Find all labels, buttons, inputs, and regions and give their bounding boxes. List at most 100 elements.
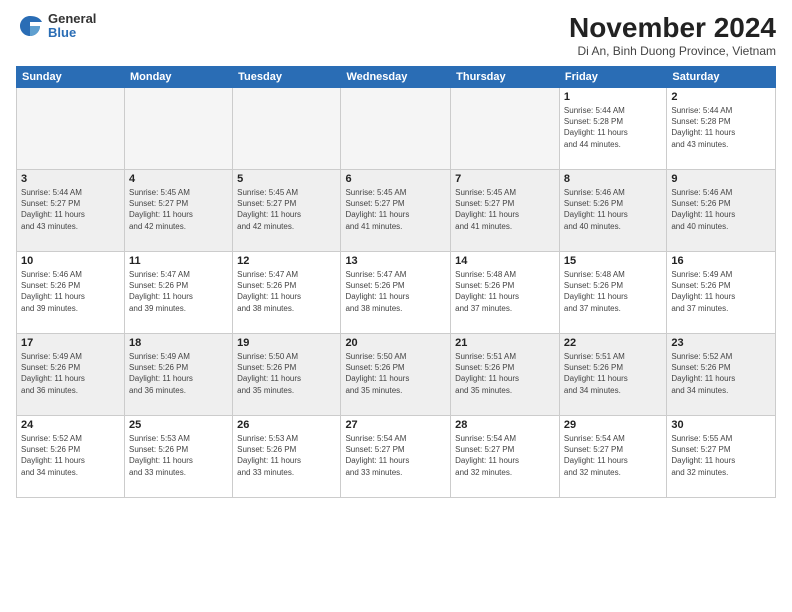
day-info: Sunrise: 5:49 AM Sunset: 5:26 PM Dayligh…: [671, 269, 771, 314]
calendar-cell: 1Sunrise: 5:44 AM Sunset: 5:28 PM Daylig…: [559, 88, 666, 170]
calendar-cell: 18 Sunrise: 5:49 AM Sunset: 5:26 PM Dayli…: [124, 334, 232, 416]
day-info: Sunrise: 5:53 AM Sunset: 5:26 PM Dayligh…: [237, 433, 336, 478]
day-info: Sunrise: 5:51 AM Sunset: 5:26 PM Dayligh…: [455, 351, 555, 396]
day-info: Sunrise: 5:45 AM Sunset: 5:27 PM Dayligh…: [237, 187, 336, 232]
day-number: 26: [237, 419, 336, 431]
calendar-cell: 21 Sunrise: 5:51 AM Sunset: 5:26 PM Dayli…: [451, 334, 560, 416]
day-number: 30: [671, 419, 771, 431]
day-number: 21: [455, 337, 555, 349]
day-info: Sunrise: 5:54 AM Sunset: 5:27 PM Dayligh…: [564, 433, 662, 478]
day-info: Sunrise: 5:51 AM Sunset: 5:26 PM Dayligh…: [564, 351, 662, 396]
day-number: 10: [21, 255, 120, 267]
day-number: 22: [564, 337, 662, 349]
day-number: 11: [129, 255, 228, 267]
day-info: Sunrise: 5:44 AM Sunset: 5:28 PM Dayligh…: [671, 105, 771, 150]
calendar-cell: 23 Sunrise: 5:52 AM Sunset: 5:26 PM Dayli…: [667, 334, 776, 416]
day-number: 25: [129, 419, 228, 431]
day-number: 13: [345, 255, 446, 267]
day-number: 3: [21, 173, 120, 185]
calendar-week-1: 1Sunrise: 5:44 AM Sunset: 5:28 PM Daylig…: [17, 88, 776, 170]
col-saturday: Saturday: [667, 67, 776, 88]
day-info: Sunrise: 5:52 AM Sunset: 5:26 PM Dayligh…: [21, 433, 120, 478]
header: General Blue November 2024 Di An, Binh D…: [16, 12, 776, 58]
day-info: Sunrise: 5:52 AM Sunset: 5:26 PM Dayligh…: [671, 351, 771, 396]
day-number: 29: [564, 419, 662, 431]
logo-text: General Blue: [48, 12, 96, 41]
calendar-cell: [17, 88, 125, 170]
day-info: Sunrise: 5:46 AM Sunset: 5:26 PM Dayligh…: [564, 187, 662, 232]
logo-icon: [16, 12, 44, 40]
calendar-cell: 5Sunrise: 5:45 AM Sunset: 5:27 PM Daylig…: [233, 170, 341, 252]
day-number: 14: [455, 255, 555, 267]
day-info: Sunrise: 5:48 AM Sunset: 5:26 PM Dayligh…: [455, 269, 555, 314]
calendar-cell: 30Sunrise: 5:55 AM Sunset: 5:27 PM Dayli…: [667, 416, 776, 498]
calendar-week-4: 17Sunrise: 5:49 AM Sunset: 5:26 PM Dayli…: [17, 334, 776, 416]
calendar-cell: [233, 88, 341, 170]
col-sunday: Sunday: [17, 67, 125, 88]
day-info: Sunrise: 5:50 AM Sunset: 5:26 PM Dayligh…: [237, 351, 336, 396]
calendar-week-5: 24 Sunrise: 5:52 AM Sunset: 5:26 PM Dayli…: [17, 416, 776, 498]
logo: General Blue: [16, 12, 96, 41]
day-number: 15: [564, 255, 662, 267]
calendar-cell: 29 Sunrise: 5:54 AM Sunset: 5:27 PM Dayli…: [559, 416, 666, 498]
day-number: 6: [345, 173, 446, 185]
calendar-week-3: 10 Sunrise: 5:46 AM Sunset: 5:26 PM Dayli…: [17, 252, 776, 334]
calendar-table: Sunday Monday Tuesday Wednesday Thursday…: [16, 66, 776, 498]
day-info: Sunrise: 5:44 AM Sunset: 5:27 PM Dayligh…: [21, 187, 120, 232]
calendar-cell: 7 Sunrise: 5:45 AM Sunset: 5:27 PM Daylig…: [451, 170, 560, 252]
day-number: 7: [455, 173, 555, 185]
logo-general-text: General: [48, 12, 96, 26]
day-info: Sunrise: 5:45 AM Sunset: 5:27 PM Dayligh…: [345, 187, 446, 232]
calendar-cell: 2Sunrise: 5:44 AM Sunset: 5:28 PM Daylig…: [667, 88, 776, 170]
calendar-cell: 10 Sunrise: 5:46 AM Sunset: 5:26 PM Dayli…: [17, 252, 125, 334]
day-number: 18: [129, 337, 228, 349]
day-info: Sunrise: 5:44 AM Sunset: 5:28 PM Dayligh…: [564, 105, 662, 150]
calendar-cell: 6 Sunrise: 5:45 AM Sunset: 5:27 PM Daylig…: [341, 170, 451, 252]
calendar-cell: 27Sunrise: 5:54 AM Sunset: 5:27 PM Dayli…: [341, 416, 451, 498]
calendar-cell: [451, 88, 560, 170]
calendar-cell: 28 Sunrise: 5:54 AM Sunset: 5:27 PM Dayli…: [451, 416, 560, 498]
calendar-cell: [124, 88, 232, 170]
day-number: 4: [129, 173, 228, 185]
day-info: Sunrise: 5:54 AM Sunset: 5:27 PM Dayligh…: [455, 433, 555, 478]
day-number: 16: [671, 255, 771, 267]
calendar-cell: 9 Sunrise: 5:46 AM Sunset: 5:26 PM Daylig…: [667, 170, 776, 252]
calendar-cell: [341, 88, 451, 170]
calendar-cell: 16 Sunrise: 5:49 AM Sunset: 5:26 PM Dayli…: [667, 252, 776, 334]
day-info: Sunrise: 5:46 AM Sunset: 5:26 PM Dayligh…: [21, 269, 120, 314]
calendar-cell: 17Sunrise: 5:49 AM Sunset: 5:26 PM Dayli…: [17, 334, 125, 416]
calendar-cell: 11 Sunrise: 5:47 AM Sunset: 5:26 PM Dayli…: [124, 252, 232, 334]
day-number: 28: [455, 419, 555, 431]
calendar-cell: 8 Sunrise: 5:46 AM Sunset: 5:26 PM Daylig…: [559, 170, 666, 252]
day-info: Sunrise: 5:47 AM Sunset: 5:26 PM Dayligh…: [129, 269, 228, 314]
calendar-cell: 26 Sunrise: 5:53 AM Sunset: 5:26 PM Dayli…: [233, 416, 341, 498]
day-info: Sunrise: 5:49 AM Sunset: 5:26 PM Dayligh…: [129, 351, 228, 396]
day-number: 8: [564, 173, 662, 185]
day-number: 23: [671, 337, 771, 349]
day-number: 19: [237, 337, 336, 349]
day-info: Sunrise: 5:45 AM Sunset: 5:27 PM Dayligh…: [129, 187, 228, 232]
calendar-cell: 25 Sunrise: 5:53 AM Sunset: 5:26 PM Dayli…: [124, 416, 232, 498]
logo-blue-text: Blue: [48, 26, 96, 40]
day-info: Sunrise: 5:49 AM Sunset: 5:26 PM Dayligh…: [21, 351, 120, 396]
day-number: 12: [237, 255, 336, 267]
day-info: Sunrise: 5:45 AM Sunset: 5:27 PM Dayligh…: [455, 187, 555, 232]
col-monday: Monday: [124, 67, 232, 88]
day-number: 24: [21, 419, 120, 431]
calendar-cell: 24 Sunrise: 5:52 AM Sunset: 5:26 PM Dayli…: [17, 416, 125, 498]
header-row: Sunday Monday Tuesday Wednesday Thursday…: [17, 67, 776, 88]
col-friday: Friday: [559, 67, 666, 88]
calendar-cell: 19 Sunrise: 5:50 AM Sunset: 5:26 PM Dayli…: [233, 334, 341, 416]
day-info: Sunrise: 5:53 AM Sunset: 5:26 PM Dayligh…: [129, 433, 228, 478]
calendar-cell: 20 Sunrise: 5:50 AM Sunset: 5:26 PM Dayli…: [341, 334, 451, 416]
title-block: November 2024 Di An, Binh Duong Province…: [569, 12, 776, 58]
day-info: Sunrise: 5:50 AM Sunset: 5:26 PM Dayligh…: [345, 351, 446, 396]
day-info: Sunrise: 5:47 AM Sunset: 5:26 PM Dayligh…: [237, 269, 336, 314]
calendar-subtitle: Di An, Binh Duong Province, Vietnam: [569, 44, 776, 58]
page: General Blue November 2024 Di An, Binh D…: [0, 0, 792, 612]
calendar-cell: 12 Sunrise: 5:47 AM Sunset: 5:26 PM Dayli…: [233, 252, 341, 334]
day-info: Sunrise: 5:46 AM Sunset: 5:26 PM Dayligh…: [671, 187, 771, 232]
calendar-cell: 13Sunrise: 5:47 AM Sunset: 5:26 PM Dayli…: [341, 252, 451, 334]
day-number: 20: [345, 337, 446, 349]
day-number: 9: [671, 173, 771, 185]
